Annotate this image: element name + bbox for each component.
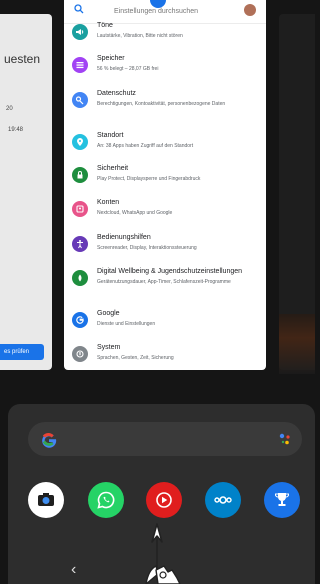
left-card-title: uesten (4, 52, 41, 66)
settings-item-subtitle: Sprachen, Gesten, Zeit, Sicherung (97, 355, 174, 361)
whatsapp-app-icon[interactable] (88, 482, 124, 518)
camera-icon (38, 493, 54, 506)
avatar[interactable] (244, 4, 256, 16)
swipe-gesture-hand-icon (145, 523, 181, 584)
nextcloud-app-icon[interactable] (205, 482, 241, 518)
recent-app-card-left[interactable]: uesten 20 19:48 es prüfen (0, 14, 52, 370)
settings-item-subtitle: Screenreader, Display, Interaktionssteue… (97, 245, 197, 251)
settings-item-privacy[interactable]: Datenschutz Berechtigungen, Kontoaktivit… (64, 88, 266, 126)
youtube-icon (156, 492, 172, 508)
settings-item-accessibility[interactable]: Bedienungshilfen Screenreader, Display, … (64, 232, 266, 270)
settings-item-title: Standort (97, 132, 124, 139)
settings-item-subtitle: Play Protect, Displaysperre und Fingerab… (97, 176, 201, 182)
sound-icon (72, 24, 88, 40)
settings-item-title: Digital Wellbeing & Jugendschutzeinstell… (97, 268, 243, 275)
wellbeing-icon (72, 270, 88, 286)
camera-app-icon[interactable] (28, 482, 64, 518)
nav-back-icon[interactable]: ‹ (71, 562, 76, 578)
settings-app-card[interactable]: Einstellungen durchsuchen Töne Lautstärk… (64, 0, 266, 370)
settings-item-subtitle: 56 % belegt – 28,07 GB frei (97, 66, 159, 72)
google-icon (72, 312, 88, 328)
system-icon (72, 346, 88, 362)
privacy-icon (72, 92, 88, 108)
settings-item-subtitle: Berechtigungen, Kontoaktivität, personen… (97, 101, 226, 107)
wallpaper-glow (279, 314, 315, 374)
settings-item-storage[interactable]: Speicher 56 % belegt – 28,07 GB frei (64, 53, 266, 91)
storage-icon (72, 57, 88, 73)
search-icon (74, 4, 84, 14)
settings-item-title: Töne (97, 22, 113, 29)
google-g-icon (42, 432, 57, 448)
nextcloud-icon (214, 496, 232, 504)
settings-item-accounts[interactable]: Konten Nextcloud, WhatsApp und Google (64, 197, 266, 235)
settings-item-subtitle: Geräte­nutzungsdauer, App-Timer, Schlafe… (97, 279, 231, 285)
settings-item-title: Speicher (97, 55, 125, 62)
settings-item-digital-wellbeing[interactable]: Digital Wellbeing & Jugendschutzeinstell… (64, 266, 266, 304)
youtube-app-icon[interactable] (146, 482, 182, 518)
settings-item-google[interactable]: Google Dienste und Einstellungen (64, 308, 266, 346)
left-card-line: 20 (6, 106, 13, 112)
settings-item-subtitle: Lautstärke, Vibration, Bitte nicht störe… (97, 33, 183, 39)
settings-item-title: System (97, 344, 121, 351)
app-icon-pill (150, 0, 166, 8)
trophy-app-icon[interactable] (264, 482, 300, 518)
settings-item-title: Konten (97, 199, 120, 206)
settings-item-subtitle: Nextcloud, WhatsApp und Google (97, 210, 173, 216)
google-search-bar[interactable] (28, 422, 302, 456)
lock-icon (72, 167, 88, 183)
settings-item-subtitle: An: 38 Apps haben Zugriff auf den Stando… (97, 143, 194, 149)
settings-item-title: Bedienungshilfen (97, 234, 151, 241)
left-card-button[interactable]: es prüfen (0, 344, 44, 360)
trophy-icon (274, 493, 290, 506)
left-card-time: 19:48 (8, 127, 24, 133)
search-placeholder: Einstellungen durchsuchen (114, 8, 199, 15)
accessibility-icon (72, 236, 88, 252)
location-icon (72, 134, 88, 150)
whatsapp-icon (97, 491, 115, 509)
settings-item-title: Datenschutz (97, 90, 136, 97)
settings-item-title: Sicherheit (97, 165, 129, 172)
accounts-icon (72, 201, 88, 217)
settings-item-subtitle: Dienste und Einstellungen (97, 321, 156, 327)
settings-item-system[interactable]: System Sprachen, Gesten, Zeit, Sicherung (64, 342, 266, 370)
settings-item-security[interactable]: Sicherheit Play Protect, Displaysperre u… (64, 163, 266, 201)
google-assistant-icon[interactable] (278, 432, 292, 446)
recent-app-card-right[interactable] (279, 14, 315, 374)
settings-item-title: Google (97, 310, 120, 317)
